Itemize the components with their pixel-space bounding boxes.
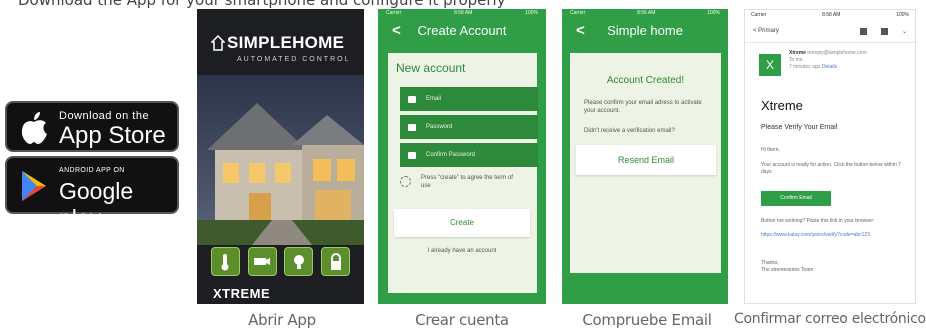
time-label: 8:58 AM [822,12,841,18]
sender-info: Xtreme noreply@simplehome.com To me 7 mi… [789,50,867,71]
app-store-small-text: Download on the [59,110,150,122]
back-label: Primary [758,28,779,34]
feature-icons-row [197,247,364,281]
mail-toolbar: < Primary ⌄ [745,22,915,40]
nav-bar: < Simple home [562,19,728,43]
house-photo [197,75,364,245]
resend-email-button[interactable]: Resend Email [576,145,716,175]
email-field[interactable]: Email [400,87,538,111]
new-account-card: New account Email Password Confirm Passw… [388,53,538,293]
brand-subtitle: AUTOMATED CONTROL [237,56,351,63]
carrier-label: Carrier [570,10,586,16]
archive-icon[interactable] [859,27,867,35]
time-label: 8:56 AM [637,10,656,16]
caption-open-app: Abrir App [248,311,316,329]
back-chevron-icon[interactable]: < [576,19,585,43]
battery-label: 100% [896,12,909,18]
caption-create-account: Crear cuenta [415,311,509,329]
phone-create-account: Carrier 8:58 AM 100% < Create Account Ne… [378,9,546,304]
google-play-badge[interactable]: ANDROID APP ON Google play [5,156,179,231]
email-brand-heading: Xtreme [761,98,803,113]
confirm-instructions: Please confirm your email adress to acti… [584,100,702,114]
top-instruction-text: Download the App for your smartphone and… [18,0,506,9]
bulb-icon[interactable] [284,247,314,276]
camera-icon[interactable] [247,247,277,276]
verify-link[interactable]: https://www.kalay.com/users/verify?code=… [761,232,907,239]
caption-confirm-email: Confirmar correo electrónico [734,311,926,327]
carrier-label: Carrier [751,12,767,18]
avatar: X [759,54,781,76]
app-store-big-text: App Store [59,122,166,149]
confirm-email-button[interactable]: Confirm Email [761,191,831,206]
password-field[interactable]: Password [400,115,538,139]
google-play-big-text: Google play [59,178,134,231]
card-title: Account Created! [606,75,685,86]
divider [745,42,915,43]
create-button[interactable]: Create [394,209,530,237]
card-title: New account [396,61,466,75]
time-ago: 7 minutes ago [789,64,821,70]
app-store-badge[interactable]: Download on the App Store [5,101,179,152]
email-subject: Please Verify Your Email [761,124,838,131]
confirm-password-field[interactable]: Confirm Password [400,143,538,167]
phone-email-confirm: Carrier 8:58 AM 100% < Primary ⌄ X Xtrem… [744,9,916,304]
terms-checkbox[interactable] [400,176,411,187]
footer-brand: XTREME [213,286,271,301]
account-created-card: Account Created! Please confirm your ema… [570,53,721,273]
trash-icon[interactable] [880,27,888,35]
status-bar: Carrier 8:58 AM 100% [745,10,915,21]
time-label: 8:58 AM [454,10,473,16]
sender-name: Xtreme [789,50,806,56]
thermometer-icon[interactable] [210,247,240,276]
google-play-small-text: ANDROID APP ON [59,167,125,174]
lock-icon[interactable] [321,247,351,276]
already-have-account-link[interactable]: I already have an account [378,248,546,254]
details-link[interactable]: Details [822,64,837,70]
nav-title: Create Account [417,23,507,38]
phone-launch-screen: SIMPLEHOME AUTOMATED CONTROL XTREME [197,9,364,304]
confirm-password-placeholder: Confirm Password [426,152,476,158]
nav-title: Simple home [607,23,683,38]
carrier-label: Carrier [386,10,402,16]
back-chevron-icon[interactable]: < [392,19,401,43]
lock-icon [408,151,416,159]
email-signature: The xtremeseries Team [761,267,814,273]
house-logo-icon [211,35,225,51]
apple-icon [21,112,47,144]
phone-account-created: Carrier 8:56 AM 100% < Simple home Accou… [562,9,728,304]
battery-label: 100% [707,10,720,16]
battery-label: 100% [525,10,538,16]
email-thanks: Thanks, [761,260,779,266]
terms-agreement[interactable]: Press "create" to agree the term of use [400,174,520,190]
chevron-down-icon[interactable]: ⌄ [902,28,907,35]
play-triangle-icon [22,171,46,201]
terms-text: Press "create" to agree the term of use [421,175,513,189]
status-bar: Carrier 8:58 AM 100% [378,9,546,19]
email-placeholder: Email [426,96,442,102]
back-primary-button[interactable]: < Primary [753,28,779,34]
email-greeting: Hi there, [761,147,780,153]
caption-check-email: Compruebe Email [582,311,712,329]
mail-icon [408,95,416,103]
status-bar: Carrier 8:56 AM 100% [562,9,728,19]
recipient-label: To me [789,57,803,63]
password-placeholder: Password [426,124,453,130]
lock-icon [408,123,416,131]
no-email-text: Didn't receive a verification email? [584,128,675,134]
sender-email: noreply@simplehome.com [807,50,867,56]
nav-bar: < Create Account [378,19,546,43]
brand-title: SIMPLEHOME [227,33,345,52]
email-body-text: Your account is ready for action. Click … [761,162,901,175]
email-fallback-text: Button not working? Paste this link in y… [761,218,875,224]
